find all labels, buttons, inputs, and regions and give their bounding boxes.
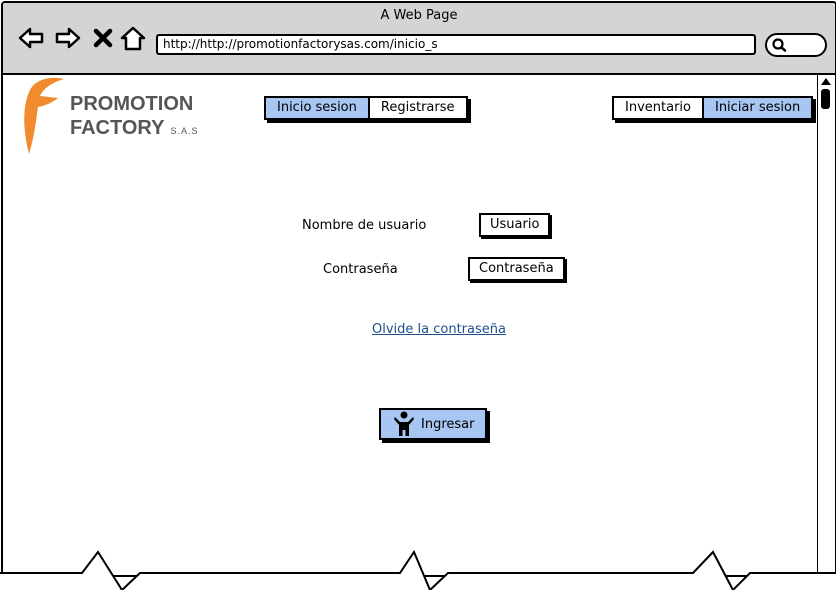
scroll-thumb[interactable] <box>821 89 830 109</box>
tab-iniciar-sesion[interactable]: Iniciar sesion <box>701 98 812 118</box>
password-label: Contraseña <box>323 262 398 277</box>
home-icon[interactable] <box>119 25 147 51</box>
url-input[interactable]: http://http://promotionfactorysas.com/in… <box>156 34 756 55</box>
username-label: Nombre de usuario <box>302 218 427 233</box>
search-icon <box>772 38 787 52</box>
forward-arrow-icon[interactable] <box>54 25 82 51</box>
logo-wordmark: PROMOTION FACTORY S.A.S <box>70 92 198 143</box>
logo-suffix: S.A.S <box>170 126 199 136</box>
close-icon[interactable] <box>92 25 114 51</box>
torn-edge <box>0 549 836 590</box>
tab-inventario[interactable]: Inventario <box>614 98 702 118</box>
forgot-password-link[interactable]: Olvide la contraseña <box>372 322 506 337</box>
search-input[interactable] <box>765 33 827 57</box>
logo-line1: PROMOTION <box>70 93 194 115</box>
main-nav: Inventario Iniciar sesion <box>612 96 814 120</box>
username-field[interactable]: Usuario <box>479 213 551 237</box>
scroll-up-icon[interactable] <box>821 78 831 85</box>
auth-nav: Inicio sesion Registrarse <box>264 96 468 120</box>
user-icon <box>394 411 414 436</box>
tab-registrarse[interactable]: Registrarse <box>367 98 466 118</box>
ingresar-button[interactable]: Ingresar <box>379 408 487 440</box>
password-field[interactable]: Contraseña <box>468 257 565 281</box>
window-title: A Web Page <box>380 8 458 23</box>
back-arrow-icon[interactable] <box>17 25 45 51</box>
logo-mark <box>24 77 64 154</box>
tab-inicio-sesion[interactable]: Inicio sesion <box>266 98 368 118</box>
ingresar-label: Ingresar <box>421 416 475 432</box>
browser-chrome: A Web Page http://http://promotionfactor… <box>3 3 835 75</box>
vertical-scrollbar[interactable] <box>817 75 834 575</box>
logo-line2: FACTORY <box>70 117 165 139</box>
browser-window: A Web Page http://http://promotionfactor… <box>1 1 836 577</box>
